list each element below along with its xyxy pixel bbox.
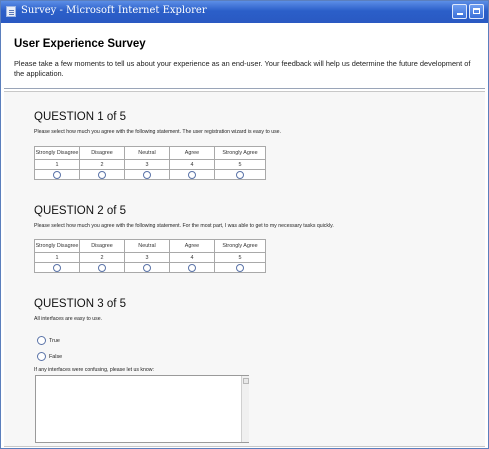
q2-radio-5[interactable] (236, 263, 244, 272)
q2-radio-1[interactable] (53, 263, 61, 272)
option-false[interactable]: False (37, 352, 62, 361)
title-bar: Survey - Microsoft Internet Explorer (1, 1, 488, 23)
scale-header: Strongly Agree (214, 239, 266, 253)
q1-radio-1[interactable] (53, 170, 61, 179)
question-2-text: Please select how much you agree with th… (34, 223, 334, 229)
page-icon (6, 6, 16, 17)
scale-header: Neutral (124, 146, 170, 160)
radio-cell (214, 262, 266, 273)
scale-header: Agree (169, 239, 215, 253)
scale-value: 3 (124, 159, 170, 170)
scale-value: 2 (79, 252, 125, 263)
scale-value: 5 (214, 159, 266, 170)
question-2-scale: Strongly Disagree Disagree Neutral Agree… (34, 239, 266, 273)
question-2-title: QUESTION 2 of 5 (34, 205, 127, 217)
radio-cell (214, 169, 266, 180)
radio-cell (169, 262, 215, 273)
scale-header: Strongly Disagree (34, 146, 80, 160)
scale-value: 3 (124, 252, 170, 263)
radio-cell (79, 262, 125, 273)
scale-header: Disagree (79, 146, 125, 160)
scale-header: Disagree (79, 239, 125, 253)
scale-value: 5 (214, 252, 266, 263)
q1-radio-2[interactable] (98, 170, 106, 179)
radio-cell (124, 169, 170, 180)
q2-radio-3[interactable] (143, 263, 151, 272)
true-radio[interactable] (37, 336, 46, 345)
q2-radio-2[interactable] (98, 263, 106, 272)
feedback-scrollbar[interactable] (241, 376, 249, 442)
option-false-label: False (49, 353, 63, 360)
question-1-scale: Strongly Disagree Disagree Neutral Agree… (34, 146, 266, 180)
option-true-label: True (49, 337, 60, 344)
q2-radio-4[interactable] (188, 263, 196, 272)
scale-value: 4 (169, 159, 215, 170)
option-true[interactable]: True (37, 336, 60, 345)
feedback-label: If any interfaces were confusing, please… (34, 367, 154, 373)
scale-header: Strongly Disagree (34, 239, 80, 253)
survey-title: User Experience Survey (14, 38, 146, 50)
radio-cell (79, 169, 125, 180)
survey-intro: Please take a few moments to tell us abo… (14, 59, 471, 78)
window-title: Survey - Microsoft Internet Explorer (21, 5, 207, 16)
scale-header: Strongly Agree (214, 146, 266, 160)
scale-value: 1 (34, 252, 80, 263)
scale-header: Neutral (124, 239, 170, 253)
question-1-text: Please select how much you agree with th… (34, 129, 282, 135)
feedback-textarea[interactable] (35, 375, 249, 443)
q1-radio-4[interactable] (188, 170, 196, 179)
question-3-text: All interfaces are easy to use. (34, 316, 103, 322)
minimize-button[interactable] (452, 4, 467, 19)
q1-radio-3[interactable] (143, 170, 151, 179)
radio-cell (34, 169, 80, 180)
radio-cell (169, 169, 215, 180)
question-3-title: QUESTION 3 of 5 (34, 298, 127, 310)
scale-value: 1 (34, 159, 80, 170)
scale-header: Agree (169, 146, 215, 160)
scale-value: 2 (79, 159, 125, 170)
radio-cell (34, 262, 80, 273)
radio-cell (124, 262, 170, 273)
scale-value: 4 (169, 252, 215, 263)
q1-radio-5[interactable] (236, 170, 244, 179)
header-divider (4, 88, 485, 89)
question-1-title: QUESTION 1 of 5 (34, 111, 127, 123)
maximize-button[interactable] (469, 4, 484, 19)
false-radio[interactable] (37, 352, 46, 361)
